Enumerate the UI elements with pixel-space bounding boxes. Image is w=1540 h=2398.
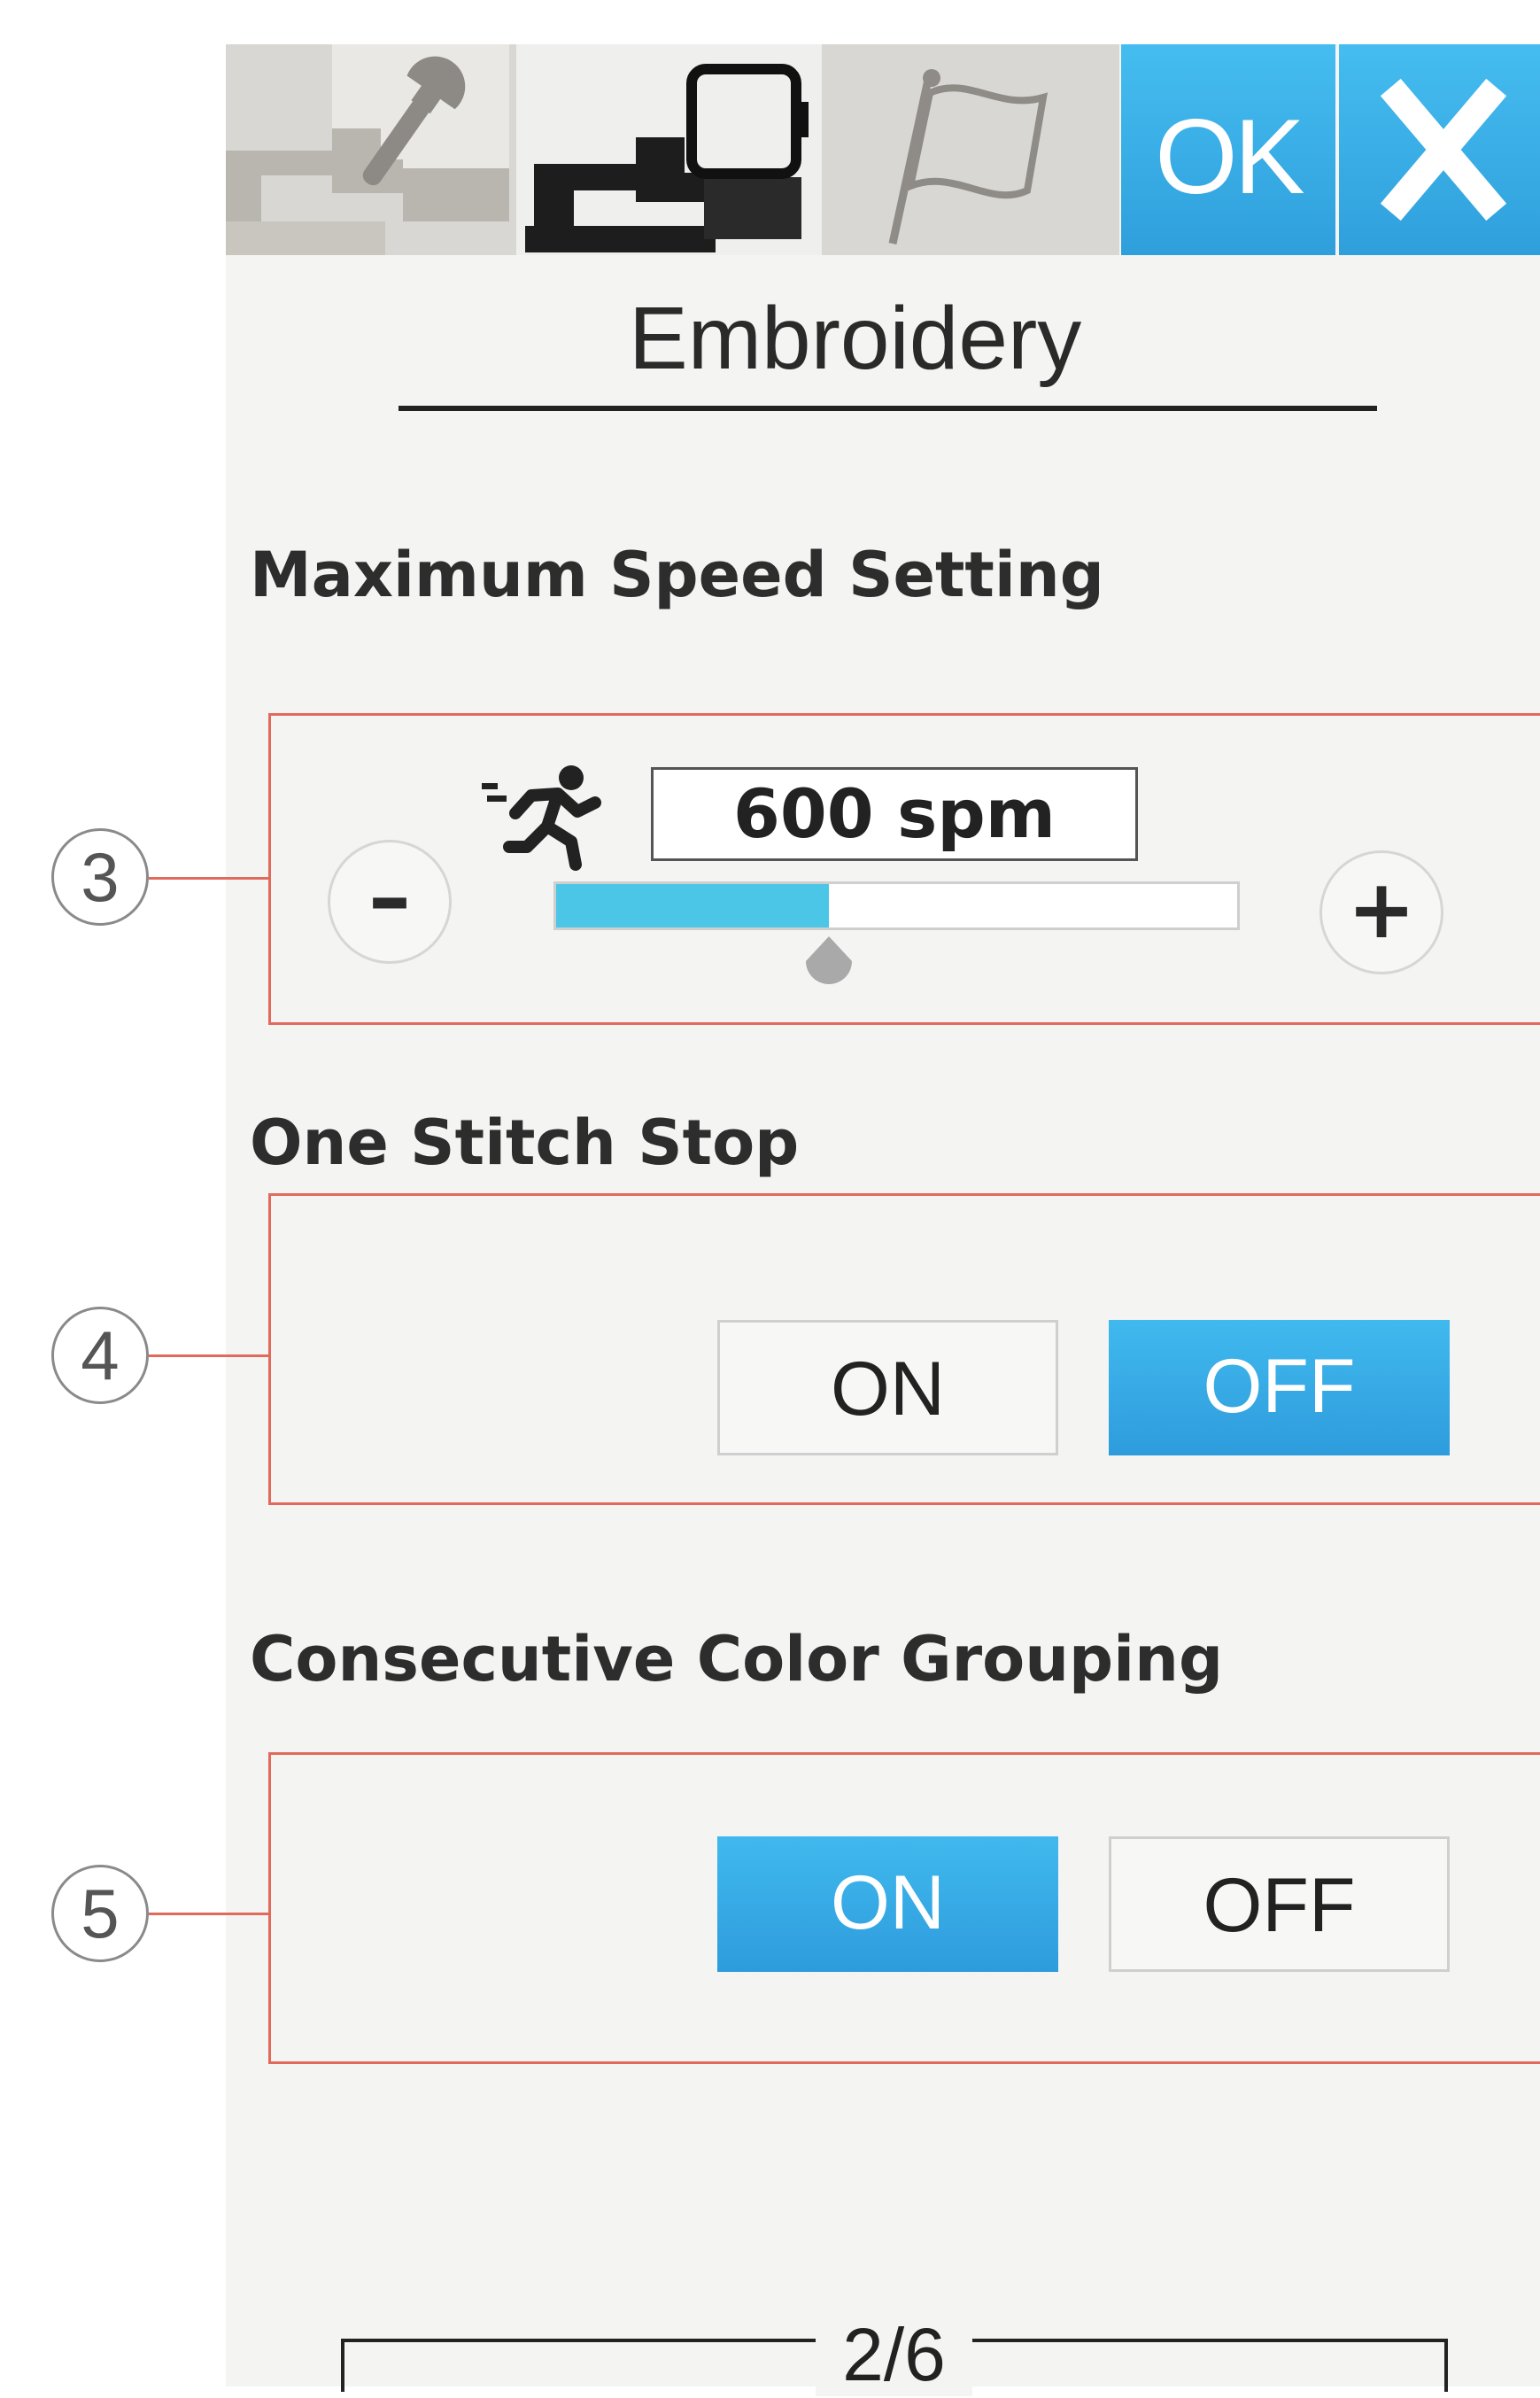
color-grouping-off-button[interactable]: OFF: [1109, 1836, 1450, 1972]
speed-slider-handle[interactable]: [802, 935, 855, 988]
tab-language[interactable]: [822, 44, 1119, 255]
running-figure-icon: [482, 765, 601, 871]
callout-5: 5: [51, 1865, 149, 1962]
ok-label: OK: [1155, 97, 1304, 216]
speed-increase-button[interactable]: +: [1319, 850, 1443, 974]
speed-decrease-button[interactable]: –: [328, 840, 452, 964]
flag-icon: [888, 69, 1049, 244]
ok-button[interactable]: OK: [1121, 44, 1335, 255]
tab-embroidery-settings[interactable]: [516, 44, 822, 255]
tab-machine-settings[interactable]: [226, 44, 516, 255]
color-grouping-label: Consecutive Color Grouping: [250, 1623, 1224, 1696]
close-button[interactable]: [1339, 44, 1540, 255]
speed-section-label: Maximum Speed Setting: [250, 539, 1104, 611]
speed-slider[interactable]: [553, 881, 1240, 930]
plus-icon: +: [1347, 862, 1416, 957]
embroidery-machine-icon: [525, 64, 809, 252]
one-stitch-stop-off-button[interactable]: OFF: [1109, 1320, 1450, 1455]
one-stitch-stop-label: One Stitch Stop: [250, 1106, 800, 1179]
callout-5-leader: [149, 1913, 270, 1915]
minus-icon: –: [368, 848, 411, 947]
callout-3: 3: [51, 828, 149, 926]
title-underline: [399, 406, 1377, 411]
callout-4-leader: [149, 1354, 270, 1357]
callout-4: 4: [51, 1307, 149, 1404]
speed-value-display: 600 spm: [651, 767, 1138, 861]
color-grouping-on-button[interactable]: ON: [717, 1836, 1058, 1972]
speed-slider-fill: [556, 884, 829, 927]
page-indicator-row: 2/6: [0, 2312, 1540, 2398]
close-icon: [1380, 78, 1507, 221]
page-indicator: 2/6: [816, 2313, 972, 2396]
one-stitch-stop-on-button[interactable]: ON: [717, 1320, 1058, 1455]
page-title: Embroidery: [629, 289, 1082, 388]
wrench-machine-icon: [226, 44, 509, 255]
callout-3-leader: [149, 877, 270, 880]
